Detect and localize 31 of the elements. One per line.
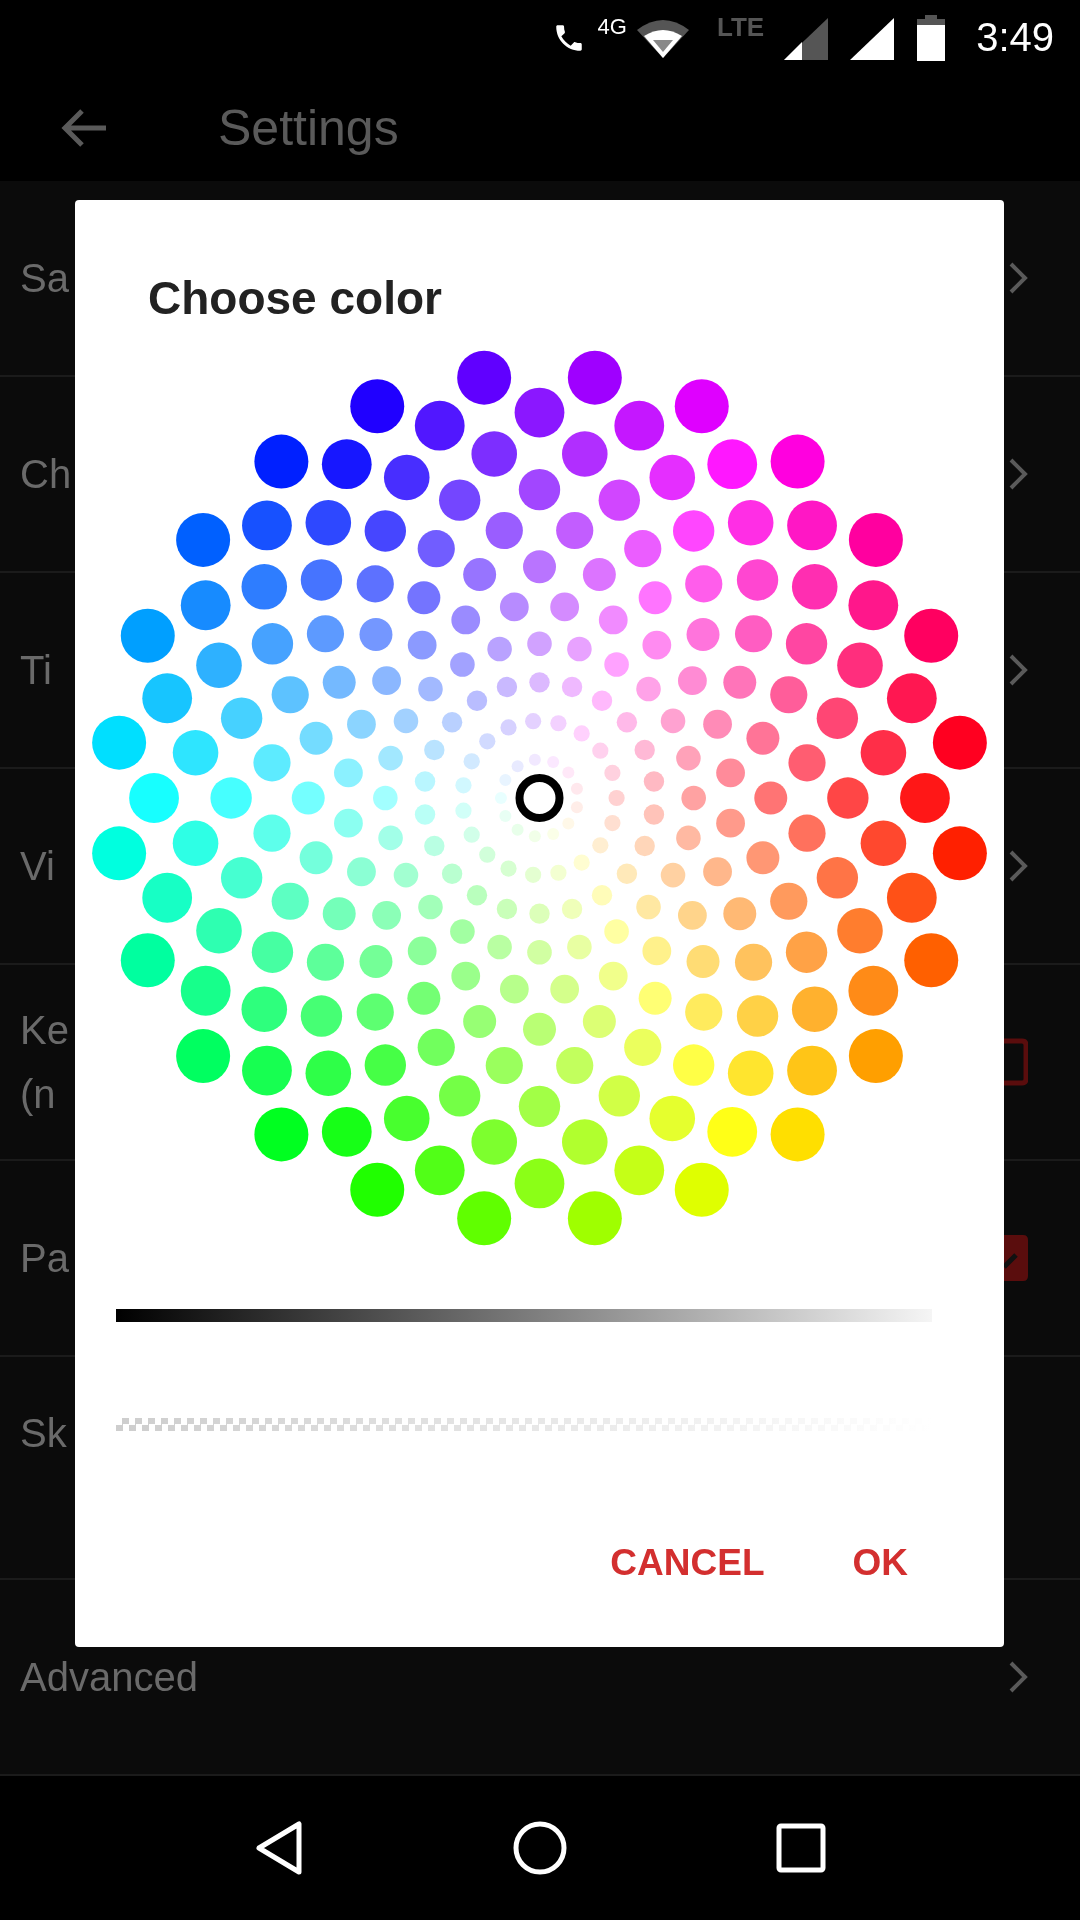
recents-nav-icon[interactable] — [776, 1823, 826, 1873]
setting-label: Pa — [20, 1235, 69, 1282]
dialog-title: Choose color — [147, 271, 443, 326]
dialog-button[interactable]: CANCEL — [586, 1524, 789, 1602]
chevron-icon — [1008, 457, 1028, 491]
home-nav-icon[interactable] — [512, 1820, 568, 1876]
setting-label: Sk — [20, 1410, 67, 1457]
checkbox-icon[interactable] — [1004, 1037, 1028, 1087]
signal-icon — [784, 15, 829, 60]
chevron-icon — [1008, 653, 1028, 687]
network-label: LTE — [716, 12, 765, 43]
setting-label: Vi — [20, 843, 55, 890]
back-arrow-icon[interactable] — [60, 107, 108, 149]
network-label: 4G — [597, 14, 627, 40]
screen-title: Settings — [218, 99, 399, 157]
back-nav-icon[interactable] — [254, 1820, 304, 1876]
checkbox-icon[interactable] — [1004, 1233, 1028, 1283]
setting-label: Ti — [20, 647, 52, 694]
setting-label: Sa — [20, 255, 69, 302]
clock-time: 3:49 — [976, 15, 1054, 60]
lightness-gradient-bar[interactable] — [116, 1309, 932, 1322]
setting-label: Advanced — [20, 1654, 198, 1701]
setting-label: (n — [20, 1071, 57, 1118]
dialog-button[interactable]: OK — [828, 1524, 932, 1602]
battery-icon — [916, 14, 947, 61]
setting-label: Ke — [20, 1007, 69, 1054]
signal-icon — [850, 15, 895, 60]
chevron-icon — [1008, 261, 1028, 295]
chevron-icon — [1008, 1660, 1028, 1694]
chevron-icon — [1008, 849, 1028, 883]
setting-label: Ch — [20, 451, 72, 498]
